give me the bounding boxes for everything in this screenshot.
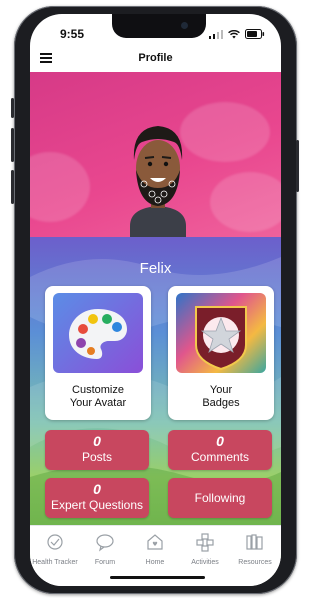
tab-health-tracker[interactable]: Health Tracker — [30, 532, 80, 566]
following-button[interactable]: Following — [168, 478, 272, 518]
posts-button[interactable]: 0 Posts — [45, 430, 149, 470]
your-badges-label-2: Badges — [202, 397, 240, 409]
tab-forum-label: Forum — [94, 559, 116, 566]
activities-icon — [196, 533, 214, 552]
volume-up-button — [11, 128, 14, 162]
tab-home[interactable]: Home — [130, 532, 180, 566]
profile-name: Felix — [139, 260, 172, 277]
home-indicator — [110, 576, 205, 579]
palette-icon — [69, 309, 127, 359]
comments-label: Comments — [190, 450, 249, 464]
your-badges-card[interactable]: Your Badges — [168, 286, 274, 420]
notch — [112, 14, 206, 38]
signal-icon — [209, 29, 223, 39]
comments-button[interactable]: 0 Comments — [168, 430, 272, 470]
tab-resources-label: Resources — [238, 559, 272, 566]
volume-down-button — [11, 170, 14, 204]
resources-icon — [246, 534, 263, 550]
top-nav-bar: Profile — [30, 46, 281, 72]
customize-avatar-label-2: Your Avatar — [69, 397, 127, 409]
page-title: Profile — [138, 52, 173, 64]
tab-health-tracker-label: Health Tracker — [32, 559, 78, 566]
wifi-icon — [228, 29, 240, 38]
system-icons — [209, 29, 265, 39]
customize-avatar-label-1: Customize — [72, 384, 124, 396]
mute-switch — [11, 98, 14, 118]
posts-label: Posts — [81, 450, 112, 464]
avatar-banner — [30, 72, 281, 247]
forum-icon — [96, 534, 114, 552]
tab-activities-label: Activities — [191, 559, 219, 566]
posts-count: 0 — [93, 433, 101, 449]
avatar[interactable] — [108, 108, 208, 247]
your-badges-label-1: Your — [209, 384, 233, 396]
expert-questions-label: Expert Questions — [50, 498, 144, 512]
tab-resources[interactable]: Resources — [230, 532, 280, 566]
star-badge-icon — [195, 306, 247, 371]
camera — [181, 22, 188, 29]
comments-count: 0 — [216, 433, 224, 449]
following-label: Following — [194, 491, 246, 505]
badges-image — [176, 293, 266, 373]
tab-home-label: Home — [145, 559, 165, 566]
expert-questions-count: 0 — [93, 481, 101, 497]
status-time: 9:55 — [60, 27, 85, 41]
home-icon — [147, 534, 163, 550]
tab-forum[interactable]: Forum — [80, 532, 130, 566]
app-screen: 9:55 Profile Felix Customize Your Avatar… — [30, 14, 281, 586]
expert-questions-button[interactable]: 0 Expert Questions — [45, 478, 149, 518]
power-button — [296, 140, 299, 192]
battery-icon — [245, 29, 265, 39]
customize-avatar-image — [53, 293, 143, 373]
customize-avatar-card[interactable]: Customize Your Avatar — [45, 286, 151, 420]
tab-activities[interactable]: Activities — [180, 532, 230, 566]
health-tracker-icon — [47, 534, 63, 550]
